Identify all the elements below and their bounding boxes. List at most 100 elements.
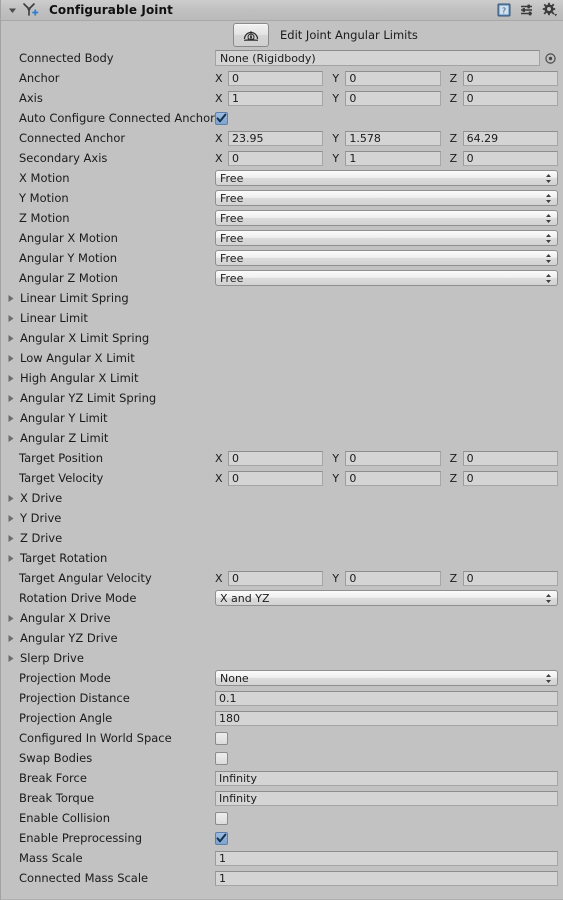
foldout-triangle-icon[interactable]: [5, 353, 16, 364]
break-force-input[interactable]: Infinity: [215, 770, 558, 786]
projection-angle-input[interactable]: 180: [215, 710, 558, 726]
foldout-angular-y-limit[interactable]: Angular Y Limit: [1, 411, 215, 425]
foldout-triangle-icon[interactable]: [5, 613, 16, 624]
edit-joint-angular-limits-button[interactable]: [233, 22, 269, 47]
foldout-high-angular-x-limit[interactable]: High Angular X Limit: [1, 371, 215, 385]
foldout-angular-yz-limit-spring[interactable]: Angular YZ Limit Spring: [1, 391, 215, 405]
secondary-axis-y-input[interactable]: 1: [345, 150, 441, 166]
connected-mass-scale-input[interactable]: 1: [215, 870, 558, 886]
projection-distance-input[interactable]: 0.1: [215, 690, 558, 706]
axis-label-x: X: [215, 471, 223, 485]
connected-anchor-z-input[interactable]: 64.29: [462, 130, 558, 146]
property-row-projection-distance: Projection Distance 0.1: [1, 688, 563, 708]
foldout-triangle-icon[interactable]: [5, 493, 16, 504]
target-angular-velocity-x-input[interactable]: 0: [228, 570, 324, 586]
foldout-linear-limit-spring[interactable]: Linear Limit Spring: [1, 291, 215, 305]
vector3-field-axis: X1Y0Z0: [215, 90, 558, 106]
dropdown-angular-z-motion[interactable]: Free: [215, 270, 558, 286]
target-position-x-input[interactable]: 0: [228, 450, 324, 466]
target-velocity-x-input[interactable]: 0: [228, 470, 324, 486]
settings-gear-icon[interactable]: [542, 2, 558, 18]
foldout-angular-yz-drive[interactable]: Angular YZ Drive: [1, 631, 215, 645]
mass-scale-input[interactable]: 1: [215, 850, 558, 866]
property-label: Angular X Limit Spring: [20, 331, 150, 345]
property-label: Projection Angle: [19, 711, 113, 725]
secondary-axis-z-input[interactable]: 0: [462, 150, 558, 166]
property-label: Low Angular X Limit: [20, 351, 135, 365]
secondary-axis-x-input[interactable]: 0: [228, 150, 324, 166]
foldout-triangle-icon[interactable]: [5, 293, 16, 304]
break-torque-input[interactable]: Infinity: [215, 790, 558, 806]
component-foldout-arrow-icon[interactable]: [6, 4, 19, 17]
target-angular-velocity-z-input[interactable]: 0: [462, 570, 558, 586]
popup-arrow-icon[interactable]: [545, 271, 552, 285]
foldout-z-drive[interactable]: Z Drive: [1, 531, 215, 545]
foldout-triangle-icon[interactable]: [5, 653, 16, 664]
foldout-triangle-icon[interactable]: [5, 433, 16, 444]
connected-anchor-y-input[interactable]: 1.578: [345, 130, 441, 146]
foldout-triangle-icon[interactable]: [5, 633, 16, 644]
object-picker-icon[interactable]: [543, 51, 558, 66]
connected-anchor-x-input[interactable]: 23.95: [228, 130, 324, 146]
popup-arrow-icon[interactable]: [545, 671, 552, 685]
dropdown-z-motion[interactable]: Free: [215, 210, 558, 226]
popup-arrow-icon[interactable]: [545, 231, 552, 245]
foldout-slerp-drive[interactable]: Slerp Drive: [1, 651, 215, 665]
help-icon[interactable]: ?: [496, 2, 512, 18]
target-position-y-input[interactable]: 0: [345, 450, 441, 466]
foldout-triangle-icon[interactable]: [5, 313, 16, 324]
checkbox-configured-in-world-space[interactable]: [215, 731, 228, 745]
dropdown-projection-mode[interactable]: None: [215, 670, 558, 686]
axis-label-y: Y: [332, 571, 340, 585]
dropdown-angular-x-motion[interactable]: Free: [215, 230, 558, 246]
checkbox-swap-bodies[interactable]: [215, 751, 228, 765]
target-angular-velocity-y-input[interactable]: 0: [345, 570, 441, 586]
target-velocity-y-input[interactable]: 0: [345, 470, 441, 486]
property-row-break-force: Break Force Infinity: [1, 768, 563, 788]
foldout-triangle-icon[interactable]: [5, 513, 16, 524]
property-label: Enable Collision: [19, 811, 110, 825]
popup-arrow-icon[interactable]: [545, 251, 552, 265]
axis-label-z: Z: [449, 151, 458, 165]
foldout-triangle-icon[interactable]: [5, 413, 16, 424]
anchor-z-input[interactable]: 0: [462, 70, 558, 86]
foldout-angular-x-drive[interactable]: Angular X Drive: [1, 611, 215, 625]
checkbox-enable-preprocessing[interactable]: [215, 831, 228, 845]
foldout-triangle-icon[interactable]: [5, 373, 16, 384]
preset-icon[interactable]: [519, 2, 535, 18]
popup-arrow-icon[interactable]: [545, 171, 552, 185]
anchor-y-input[interactable]: 0: [345, 70, 441, 86]
foldout-triangle-icon[interactable]: [5, 553, 16, 564]
foldout-y-drive[interactable]: Y Drive: [1, 511, 215, 525]
target-velocity-z-input[interactable]: 0: [462, 470, 558, 486]
checkbox-enable-collision[interactable]: [215, 811, 228, 825]
anchor-x-input[interactable]: 0: [228, 70, 324, 86]
axis-label-z: Z: [449, 571, 458, 585]
target-position-z-input[interactable]: 0: [462, 450, 558, 466]
popup-arrow-icon[interactable]: [545, 211, 552, 225]
foldout-triangle-icon[interactable]: [5, 533, 16, 544]
popup-arrow-icon[interactable]: [545, 591, 552, 605]
popup-arrow-icon[interactable]: [545, 191, 552, 205]
foldout-triangle-icon[interactable]: [5, 393, 16, 404]
vector3-field-connected-anchor: X 23.95 Y 1.578 Z 64.29: [215, 130, 558, 146]
foldout-x-drive[interactable]: X Drive: [1, 491, 215, 505]
axis-y-input[interactable]: 0: [345, 90, 441, 106]
component-header[interactable]: Configurable Joint ?: [1, 0, 563, 21]
foldout-target-rotation[interactable]: Target Rotation: [1, 551, 215, 565]
property-row-y-drive: Y Drive: [1, 508, 563, 528]
foldout-angular-x-limit-spring[interactable]: Angular X Limit Spring: [1, 331, 215, 345]
dropdown-x-motion[interactable]: Free: [215, 170, 558, 186]
axis-z-input[interactable]: 0: [462, 90, 558, 106]
foldout-angular-z-limit[interactable]: Angular Z Limit: [1, 431, 215, 445]
object-field-connected-body[interactable]: None (Rigidbody): [215, 50, 540, 66]
foldout-linear-limit[interactable]: Linear Limit: [1, 311, 215, 325]
dropdown-rotation-drive-mode[interactable]: X and YZ: [215, 590, 558, 606]
property-label: X Drive: [20, 491, 63, 505]
foldout-triangle-icon[interactable]: [5, 333, 16, 344]
axis-x-input[interactable]: 1: [228, 90, 324, 106]
foldout-low-angular-x-limit[interactable]: Low Angular X Limit: [1, 351, 215, 365]
dropdown-angular-y-motion[interactable]: Free: [215, 250, 558, 266]
dropdown-y-motion[interactable]: Free: [215, 190, 558, 206]
checkbox-auto-configure-connected-anchor[interactable]: [215, 111, 228, 125]
